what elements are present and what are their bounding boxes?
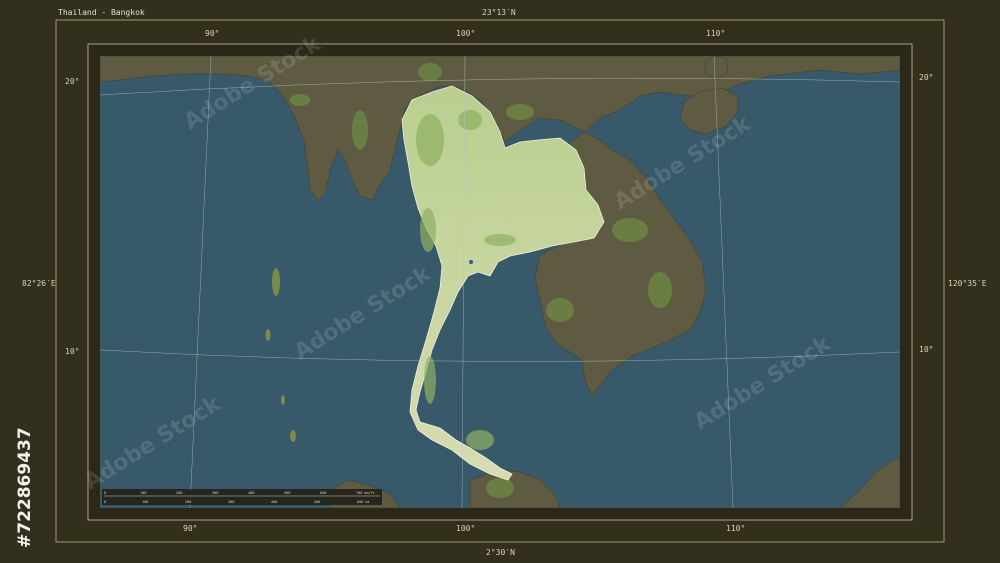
scale-km-100: 100 <box>140 491 146 495</box>
scale-mi-500: 500 <box>314 500 320 504</box>
top-latitude: 23°13′N <box>482 8 516 17</box>
map-area[interactable]: 0 100 200 300 400 500 600 700 km/ft 0 10… <box>100 56 900 508</box>
grid-top-90: 90° <box>205 29 219 38</box>
scale-km-300: 300 <box>212 491 218 495</box>
scale-mi-300: 300 <box>228 500 234 504</box>
grid-top-110: 110° <box>706 29 725 38</box>
left-longitude: 82°26′E <box>22 279 56 288</box>
scale-mi-400: 400 <box>271 500 277 504</box>
grid-right-10: 10° <box>919 345 933 354</box>
scale-bar: 0 100 200 300 400 500 600 700 km/ft 0 10… <box>102 489 382 505</box>
grid-top-100: 100° <box>456 29 475 38</box>
scale-mi-200: 200 <box>185 500 191 504</box>
right-longitude: 120°35′E <box>948 279 987 288</box>
grid-bottom-110: 110° <box>726 524 745 533</box>
scale-km-0: 0 <box>104 491 106 495</box>
capital-marker-bangkok[interactable] <box>468 259 474 265</box>
scale-km-500: 500 <box>284 491 290 495</box>
grid-bottom-90: 90° <box>183 524 197 533</box>
grid-left-20: 20° <box>65 77 79 86</box>
scale-mi-0: 0 <box>104 500 106 504</box>
bottom-latitude: 2°30′N <box>486 548 515 557</box>
scale-mi-100: 100 <box>142 500 148 504</box>
scale-km-700: 700 km/ft <box>356 491 375 495</box>
stock-id: #722869437 <box>15 427 35 548</box>
map-figure: 0 100 200 300 400 500 600 700 km/ft 0 10… <box>0 0 1000 563</box>
grid-left-10: 10° <box>65 347 79 356</box>
scale-km-600: 600 <box>320 491 326 495</box>
scale-km-400: 400 <box>248 491 254 495</box>
map-title: Thailand - Bangkok <box>58 8 145 17</box>
scale-km-200: 200 <box>176 491 182 495</box>
scale-mi-600: 600 mi <box>357 500 370 504</box>
grid-right-20: 20° <box>919 73 933 82</box>
grid-bottom-100: 100° <box>456 524 475 533</box>
